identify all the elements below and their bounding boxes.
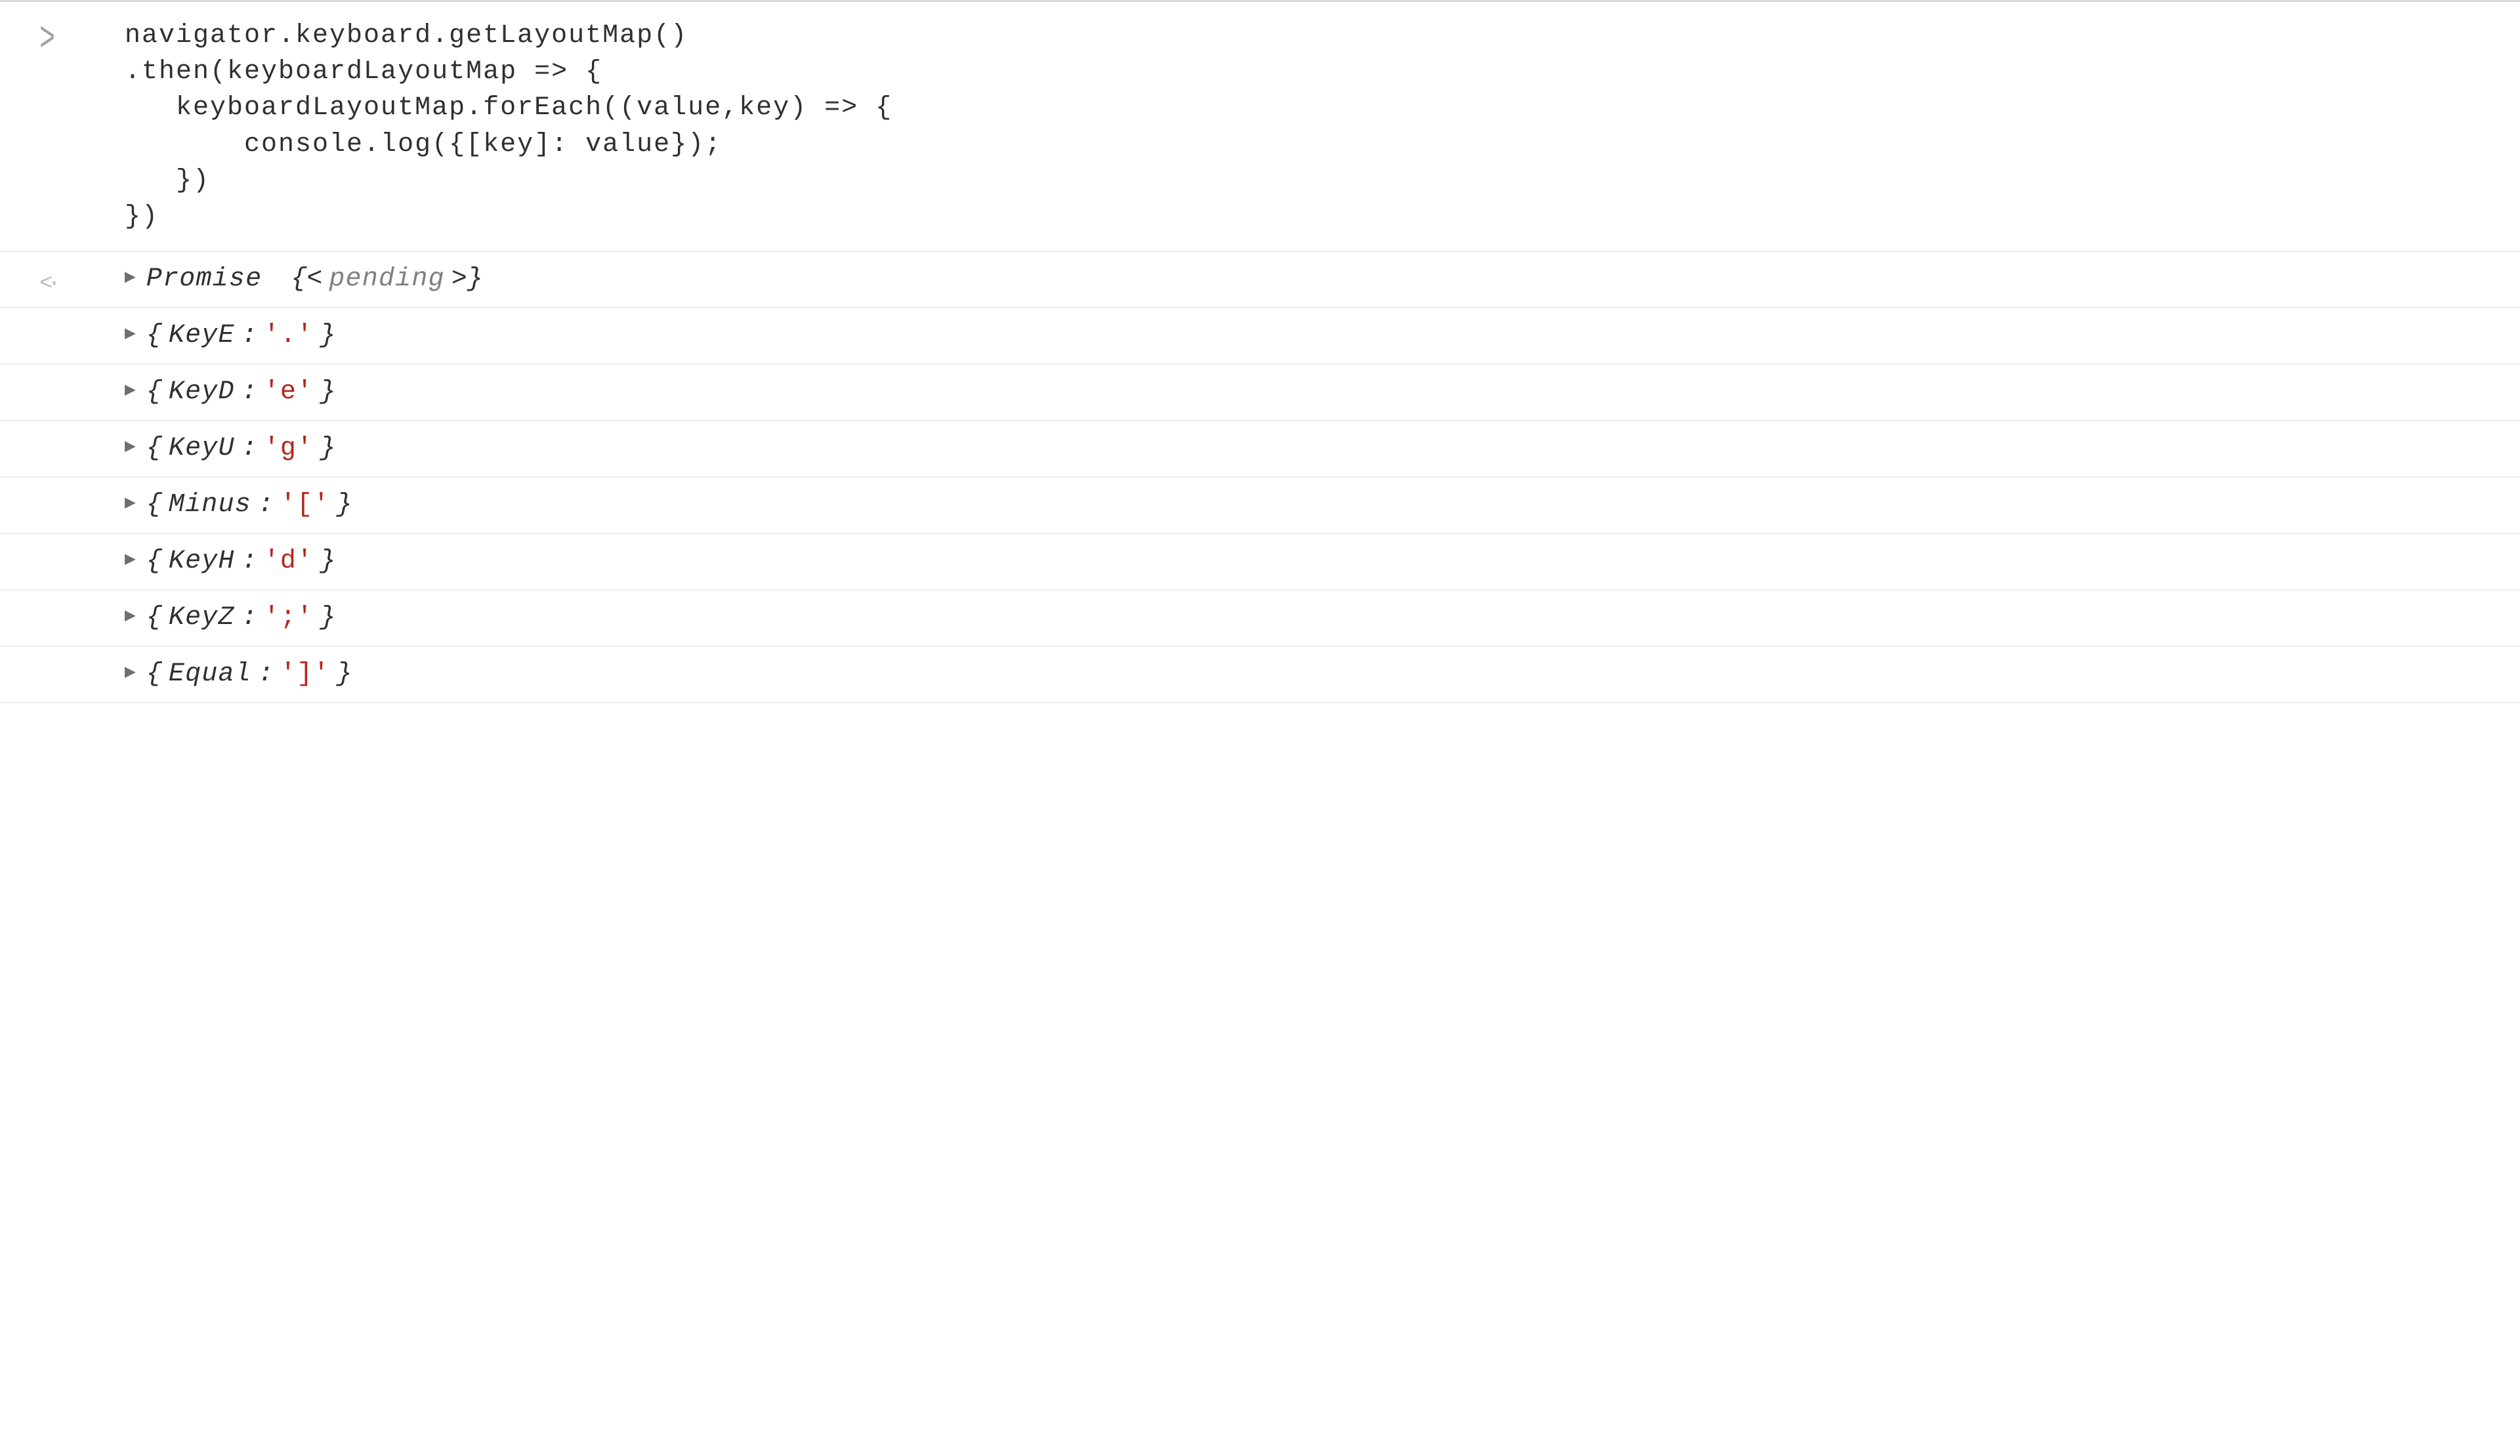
log-key: KeyZ [169, 605, 235, 631]
console-input-content: navigator.keyboard.getLayoutMap() .then(… [125, 18, 2520, 235]
console-log-row[interactable]: ▶ { KeyU: 'g'} [0, 421, 2520, 478]
brace-close: } [337, 492, 352, 518]
pending-state: pending [329, 266, 444, 293]
log-content: ▶ { KeyH: 'd'} [125, 546, 2520, 577]
log-gutter [0, 659, 125, 663]
log-key: KeyH [169, 549, 235, 575]
brace-close: } [320, 379, 335, 406]
log-object[interactable]: ▶ { KeyZ: ';'} [125, 602, 2500, 634]
brace-open: { [146, 436, 162, 462]
log-object[interactable]: ▶ { Minus: '['} [125, 489, 2500, 521]
log-gutter [0, 602, 125, 606]
brace-open: { [146, 661, 162, 688]
input-code[interactable]: navigator.keyboard.getLayoutMap() .then(… [125, 18, 2500, 235]
expand-triangle-icon[interactable]: ▶ [125, 382, 136, 400]
expand-triangle-icon[interactable]: ▶ [125, 495, 136, 513]
log-key: Equal [169, 661, 251, 688]
log-value: ';' [264, 605, 314, 631]
input-prompt-icon: > [0, 18, 125, 51]
log-value: 'g' [264, 436, 314, 462]
colon: : [242, 379, 257, 406]
brace-open: { [146, 549, 162, 575]
colon: : [258, 661, 274, 688]
console-return-content: ▶ Promise {< pending >} [125, 264, 2520, 295]
console-log-list: ▶ { KeyE: '.'} ▶ { KeyD: 'e'} ▶ { KeyU: 'g'} ▶ { Mi… [0, 308, 2520, 703]
expand-triangle-icon[interactable]: ▶ [125, 269, 136, 287]
log-content: ▶ { KeyE: '.'} [125, 320, 2520, 352]
brace-close: } [320, 605, 335, 631]
console-input-row[interactable]: > navigator.keyboard.getLayoutMap() .the… [0, 2, 2520, 252]
colon: : [242, 549, 257, 575]
log-value: '.' [264, 323, 314, 349]
log-object[interactable]: ▶ { Equal: ']'} [125, 659, 2500, 690]
log-value: 'e' [264, 379, 314, 406]
brace-open: { [146, 323, 162, 349]
expand-triangle-icon[interactable]: ▶ [125, 325, 136, 344]
log-key: KeyU [169, 436, 235, 462]
colon: : [242, 323, 257, 349]
log-value: ']' [280, 661, 330, 688]
brace-open: {< [291, 266, 322, 293]
expand-triangle-icon[interactable]: ▶ [125, 438, 136, 457]
console-return-row[interactable]: <· ▶ Promise {< pending >} [0, 252, 2520, 308]
log-key: Minus [169, 492, 251, 518]
log-content: ▶ { KeyZ: ';'} [125, 602, 2520, 634]
brace-close: } [337, 661, 352, 688]
log-gutter [0, 489, 125, 493]
brace-open: { [146, 379, 162, 406]
promise-object[interactable]: ▶ Promise {< pending >} [125, 264, 2500, 295]
log-object[interactable]: ▶ { KeyU: 'g'} [125, 433, 2500, 465]
console-log-row[interactable]: ▶ { KeyZ: ';'} [0, 591, 2520, 647]
return-marker-icon: <· [0, 264, 125, 293]
console-log-row[interactable]: ▶ { KeyE: '.'} [0, 308, 2520, 365]
log-object[interactable]: ▶ { KeyE: '.'} [125, 320, 2500, 352]
log-gutter [0, 320, 125, 324]
promise-label: Promise [146, 266, 262, 293]
log-content: ▶ { KeyU: 'g'} [125, 433, 2520, 465]
log-value: 'd' [264, 549, 314, 575]
expand-triangle-icon[interactable]: ▶ [125, 551, 136, 570]
expand-triangle-icon[interactable]: ▶ [125, 608, 136, 626]
log-gutter [0, 377, 125, 381]
colon: : [242, 605, 257, 631]
log-object[interactable]: ▶ { KeyH: 'd'} [125, 546, 2500, 577]
brace-close: } [320, 549, 335, 575]
colon: : [258, 492, 274, 518]
brace-open: { [146, 605, 162, 631]
console-log-row[interactable]: ▶ { KeyH: 'd'} [0, 534, 2520, 591]
log-value: '[' [280, 492, 330, 518]
console-log-row[interactable]: ▶ { Equal: ']'} [0, 647, 2520, 703]
devtools-console: > navigator.keyboard.getLayoutMap() .the… [0, 0, 2520, 703]
brace-close: >} [452, 266, 483, 293]
log-content: ▶ { Equal: ']'} [125, 659, 2520, 690]
brace-close: } [320, 436, 335, 462]
console-log-row[interactable]: ▶ { Minus: '['} [0, 478, 2520, 534]
colon: : [242, 436, 257, 462]
console-log-row[interactable]: ▶ { KeyD: 'e'} [0, 365, 2520, 421]
log-gutter [0, 546, 125, 550]
log-content: ▶ { Minus: '['} [125, 489, 2520, 521]
log-object[interactable]: ▶ { KeyD: 'e'} [125, 377, 2500, 408]
log-key: KeyE [169, 323, 235, 349]
expand-triangle-icon[interactable]: ▶ [125, 664, 136, 682]
log-content: ▶ { KeyD: 'e'} [125, 377, 2520, 408]
brace-close: } [320, 323, 335, 349]
log-key: KeyD [169, 379, 235, 406]
brace-open: { [146, 492, 162, 518]
log-gutter [0, 433, 125, 437]
